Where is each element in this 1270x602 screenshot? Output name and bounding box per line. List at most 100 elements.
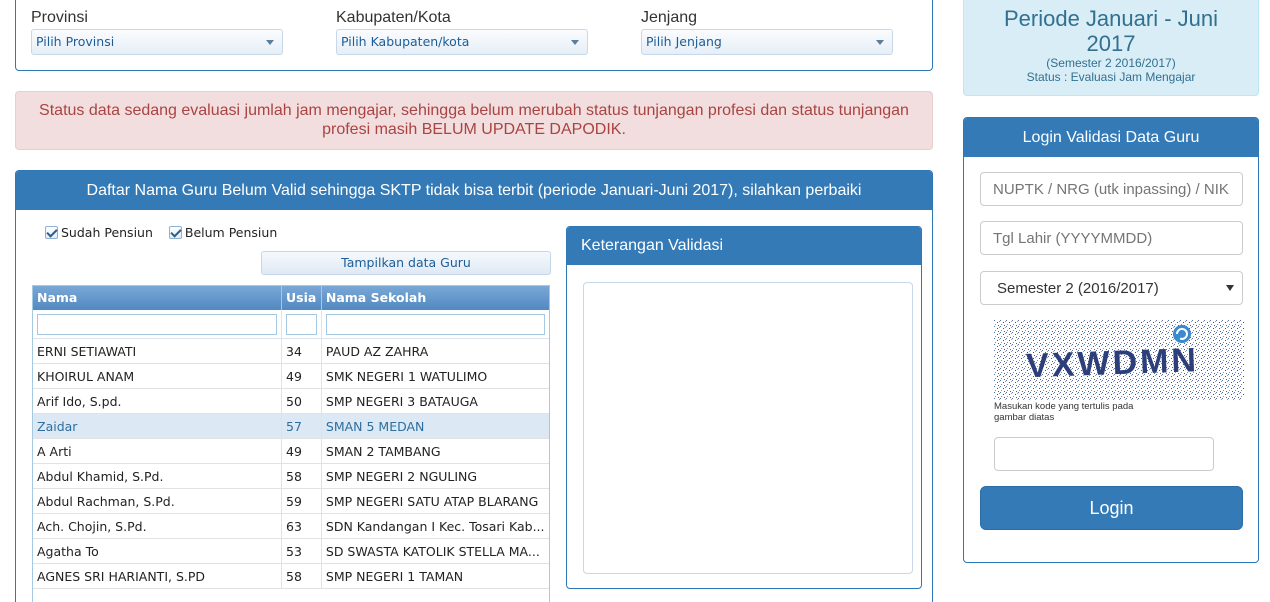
keterangan-content <box>583 282 913 574</box>
login-panel: Login Validasi Data Guru Semester 2 (201… <box>963 117 1259 563</box>
table-cell-usia: 34 <box>282 339 322 363</box>
jenjang-select-value: Pilih Jenjang <box>646 34 722 49</box>
table-row[interactable]: Arif Ido, S.pd. 50 SMP NEGERI 3 BATAUGA <box>33 389 549 414</box>
chevron-down-icon <box>1226 285 1234 291</box>
filter-cell-usia <box>282 310 322 338</box>
table-cell-usia: 49 <box>282 439 322 463</box>
table-body: ERNI SETIAWATI 34 PAUD AZ ZAHRA KHOIRUL ANA… <box>33 339 549 589</box>
kabupaten-select[interactable]: Pilih Kabupaten/kota <box>336 29 588 55</box>
kabupaten-select-value: Pilih Kabupaten/kota <box>341 34 470 49</box>
table-cell-nama: Zaidar <box>33 414 283 438</box>
table-cell-sekolah: SD SWASTA KATOLIK STELLA MA... <box>325 544 540 559</box>
chevron-down-icon <box>571 40 579 45</box>
filter-provinsi-label: Provinsi <box>31 9 88 26</box>
provinsi-select-value: Pilih Provinsi <box>36 34 115 49</box>
table-cell-nama: Abdul Khamid, S.Pd. <box>33 464 283 488</box>
periode-title: Periode Januari - Juni 2017 <box>1003 6 1218 56</box>
captcha-image: VXWDMN <box>994 320 1244 400</box>
periode-info: Periode Januari - Juni 2017 (Semester 2 … <box>963 0 1259 96</box>
table-cell-nama: AGNES SRI HARIANTI, S.PD <box>33 564 283 588</box>
table-cell-sekolah: SMAN 5 MEDAN <box>325 419 425 434</box>
sudah-pensiun-label: Sudah Pensiun <box>61 225 153 240</box>
sudah-pensiun-checkbox[interactable] <box>45 226 58 239</box>
guru-table: Nama Usia Nama Sekolah ERNI SETIAWATI 34 P… <box>32 285 550 602</box>
table-row[interactable]: A Arti 49 SMAN 2 TAMBANG <box>33 439 549 464</box>
table-cell-usia: 57 <box>282 414 322 438</box>
table-cell-usia: 53 <box>282 539 322 563</box>
filter-kabupaten: Kabupaten/Kota Pilih Kabupaten/kota <box>336 9 588 55</box>
table-cell-usia: 50 <box>282 389 322 413</box>
belum-pensiun-checkbox[interactable] <box>168 226 182 239</box>
sekolah-filter-input[interactable] <box>325 314 545 335</box>
periode-semester: (Semester 2 2016/2017) <box>1046 56 1176 70</box>
table-cell-nama: Abdul Rachman, S.Pd. <box>33 489 283 513</box>
table-row[interactable]: Abdul Khamid, S.Pd. 58 SMP NEGERI 2 NGULIN… <box>33 464 549 489</box>
filter-jenjang-label: Jenjang <box>641 9 698 26</box>
table-header: Nama Usia Nama Sekolah <box>33 286 549 310</box>
tampilkan-data-button[interactable]: Tampilkan data Guru <box>261 251 551 275</box>
nama-filter-input[interactable] <box>37 314 278 335</box>
login-title: Login Validasi Data Guru <box>964 118 1258 157</box>
filter-cell-sekolah <box>322 310 549 338</box>
table-row[interactable]: Zaidar 57 SMAN 5 MEDAN <box>33 414 549 439</box>
belum-pensiun-option[interactable]: Belum Pensiun <box>168 225 278 240</box>
table-cell-nama: ERNI SETIAWATI <box>33 339 283 363</box>
keterangan-title: Keterangan Validasi <box>567 227 921 265</box>
table-row[interactable]: ERNI SETIAWATI 34 PAUD AZ ZAHRA <box>33 339 549 364</box>
guru-list-title: Daftar Nama Guru Belum Valid sehingga SK… <box>16 171 932 210</box>
filter-panel: Provinsi Pilih Provinsi Kabupaten/Kota P… <box>15 0 933 71</box>
table-cell-usia: 59 <box>282 489 322 513</box>
table-filter-row <box>33 310 549 339</box>
table-cell-sekolah: PAUD AZ ZAHRA <box>325 344 429 359</box>
table-cell-nama: A Arti <box>33 439 283 463</box>
filter-jenjang: Jenjang Pilih Jenjang <box>641 9 893 55</box>
table-cell-sekolah: SMP NEGERI 2 NGULING <box>325 469 478 484</box>
chevron-down-icon <box>266 40 274 45</box>
table-cell-sekolah: SDN Kandangan I Kec. Tosari Kab... <box>325 519 545 534</box>
status-alert: Status data sedang evaluasi jumlah jam m… <box>15 91 933 150</box>
table-cell-sekolah: SMP NEGERI 1 TAMAN <box>325 569 464 584</box>
table-cell-sekolah: SMAN 2 TAMBANG <box>325 444 441 459</box>
table-cell-nama: Arif Ido, S.pd. <box>33 389 283 413</box>
table-cell-usia: 49 <box>282 364 322 388</box>
guru-list-panel: Daftar Nama Guru Belum Valid sehingga SK… <box>15 170 933 602</box>
table-row[interactable]: Abdul Rachman, S.Pd. 59 SMP NEGERI SATU AT… <box>33 489 549 514</box>
status-alert-text: Status data sedang evaluasi jumlah jam m… <box>39 102 909 138</box>
periode-status: Status : Evaluasi Jam Mengajar <box>1026 70 1196 84</box>
table-cell-sekolah: SMK NEGERI 1 WATULIMO <box>325 369 488 384</box>
filter-cell-nama <box>33 310 283 338</box>
captcha-input[interactable] <box>994 437 1214 471</box>
chevron-down-icon <box>876 40 884 45</box>
semester-select[interactable]: Semester 2 (2016/2017) <box>980 271 1243 305</box>
belum-pensiun-label: Belum Pensiun <box>184 225 278 240</box>
table-row[interactable]: Ach. Chojin, S.Pd. 63 SDN Kandangan I Kec.… <box>33 514 549 539</box>
table-row[interactable]: Agatha To 53 SD SWASTA KATOLIK STELLA MA..… <box>33 539 549 564</box>
captcha-hint: Masukan kode yang tertulis pada gambar d… <box>994 401 1134 423</box>
table-cell-sekolah: SMP NEGERI SATU ATAP BLARANG <box>325 494 539 509</box>
captcha-text: VXWDMN <box>1025 341 1199 385</box>
table-cell-usia: 58 <box>282 464 322 488</box>
login-button[interactable]: Login <box>980 486 1243 530</box>
table-cell-nama: KHOIRUL ANAM <box>33 364 283 388</box>
column-header-nama[interactable]: Nama <box>33 286 283 310</box>
jenjang-select[interactable]: Pilih Jenjang <box>641 29 893 55</box>
filter-kabupaten-label: Kabupaten/Kota <box>336 9 451 26</box>
usia-filter-input[interactable] <box>286 314 317 335</box>
table-cell-nama: Ach. Chojin, S.Pd. <box>33 514 283 538</box>
pensiun-filters: Sudah Pensiun Belum Pensiun <box>45 225 277 240</box>
column-header-sekolah[interactable]: Nama Sekolah <box>322 286 549 310</box>
table-cell-usia: 58 <box>282 564 322 588</box>
filter-provinsi: Provinsi Pilih Provinsi <box>31 9 283 55</box>
nuptk-input[interactable] <box>980 172 1243 206</box>
tgl-lahir-input[interactable] <box>980 221 1243 255</box>
semester-select-value: Semester 2 (2016/2017) <box>997 280 1159 297</box>
table-cell-nama: Agatha To <box>33 539 283 563</box>
keterangan-panel: Keterangan Validasi <box>566 226 922 589</box>
sudah-pensiun-option[interactable]: Sudah Pensiun <box>45 225 153 240</box>
table-row[interactable]: KHOIRUL ANAM 49 SMK NEGERI 1 WATULIMO <box>33 364 549 389</box>
column-header-usia[interactable]: Usia <box>282 286 322 310</box>
provinsi-select[interactable]: Pilih Provinsi <box>31 29 283 55</box>
table-cell-sekolah: SMP NEGERI 3 BATAUGA <box>325 394 478 409</box>
table-cell-usia: 63 <box>282 514 322 538</box>
table-row[interactable]: AGNES SRI HARIANTI, S.PD 58 SMP NEGERI 1 T… <box>33 564 549 589</box>
